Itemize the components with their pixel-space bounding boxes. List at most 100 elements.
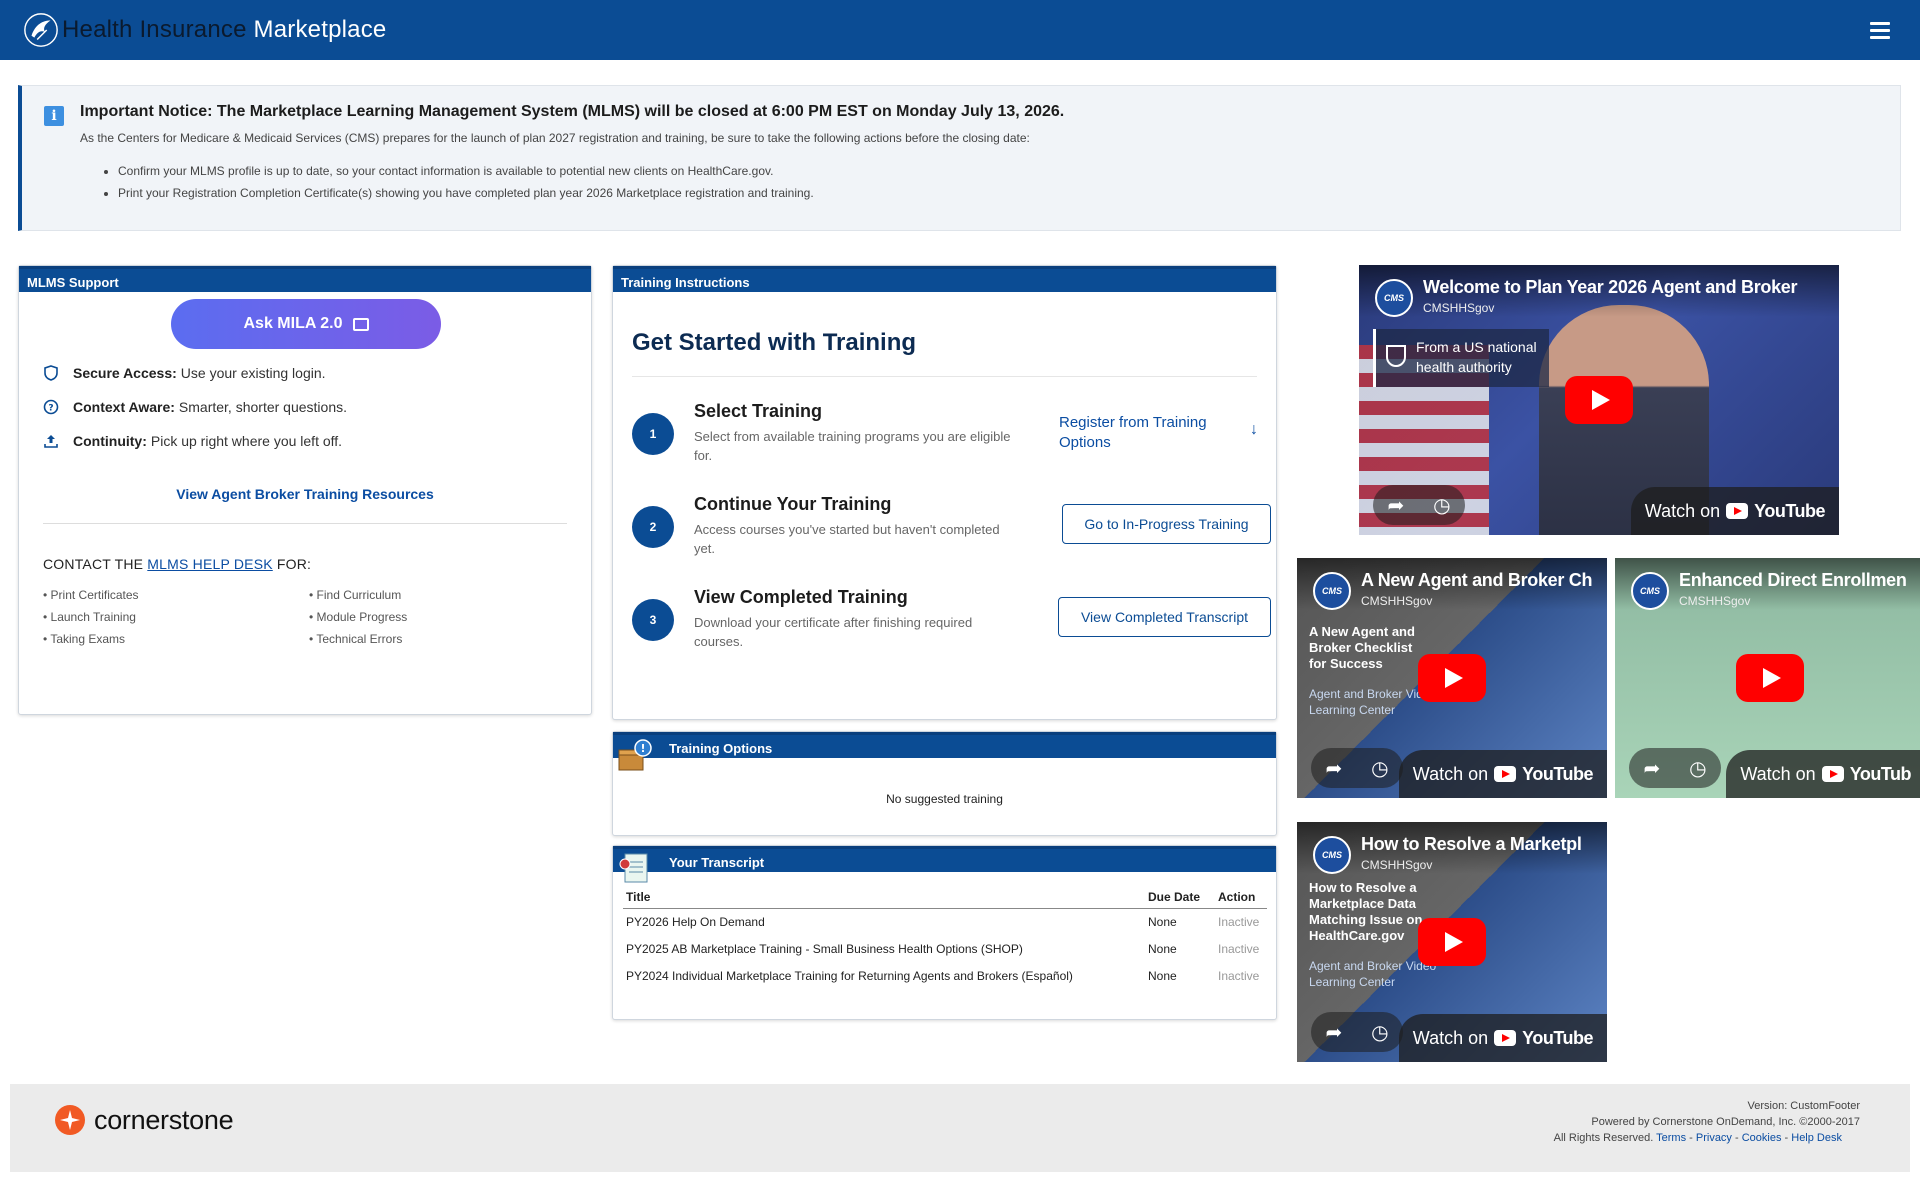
video-welcome-plan-year[interactable]: CMS Welcome to Plan Year 2026 Agent and …: [1359, 265, 1839, 535]
panel-heading: MLMS Support: [19, 266, 591, 292]
video-channel[interactable]: CMSHHSgov: [1423, 301, 1494, 315]
video-title[interactable]: A New Agent and Broker Ch: [1361, 570, 1599, 591]
panel-heading: Training Instructions: [613, 266, 1276, 292]
hamburger-icon[interactable]: [1870, 22, 1890, 39]
transcript-table: Title Due Date Action PY2026 Help On Dem…: [623, 886, 1267, 990]
training-instructions-panel: Training Instructions Get Started with T…: [612, 265, 1277, 720]
column-header-title[interactable]: Title: [623, 886, 1145, 909]
no-suggested-training-text: No suggested training: [886, 792, 1003, 806]
notice-list: Confirm your MLMS profile is up to date,…: [118, 164, 814, 208]
mlms-help-desk-link[interactable]: MLMS HELP DESK: [147, 556, 272, 572]
link-separator: -: [1731, 1132, 1742, 1144]
transcript-title[interactable]: PY2025 AB Marketplace Training - Small B…: [623, 936, 1145, 963]
feature-text: Smarter, shorter questions.: [178, 399, 347, 415]
cornerstone-logo[interactable]: cornerstone: [54, 1104, 234, 1136]
video-share-controls: ➦ ◷: [1629, 748, 1721, 788]
privacy-link[interactable]: Privacy: [1696, 1132, 1732, 1144]
transcript-action: Inactive: [1218, 915, 1260, 929]
feature-label: Secure Access:: [73, 365, 177, 381]
transcript-action: Inactive: [1218, 942, 1260, 956]
in-progress-training-button[interactable]: Go to In-Progress Training: [1062, 504, 1271, 544]
video-title[interactable]: How to Resolve a Marketpl: [1361, 834, 1599, 855]
contact-item: • Technical Errors: [309, 632, 403, 646]
cms-channel-avatar[interactable]: CMS: [1313, 836, 1351, 874]
video-thumbnail-subheading: Agent and Broker Video Learning Center: [1309, 959, 1437, 989]
play-button[interactable]: [1418, 918, 1486, 966]
svg-text:!: !: [640, 742, 645, 755]
feature-secure-access: Secure Access: Use your existing login.: [43, 365, 326, 381]
your-transcript-panel: Your Transcript Title Due Date Action PY…: [612, 845, 1277, 1020]
view-training-resources-link[interactable]: View Agent Broker Training Resources: [19, 486, 591, 502]
share-icon[interactable]: ➦: [1325, 1020, 1342, 1045]
contact-item: • Print Certificates: [43, 588, 139, 602]
cms-channel-avatar[interactable]: CMS: [1313, 572, 1351, 610]
youtube-logo-icon: [1726, 503, 1749, 519]
contact-item: • Find Curriculum: [309, 588, 402, 602]
cornerstone-logo-icon: [55, 1105, 85, 1135]
terms-link[interactable]: Terms: [1656, 1132, 1686, 1144]
ask-mila-button[interactable]: Ask MILA 2.0: [171, 299, 441, 349]
step-view-completed: 3 View Completed Training Download your …: [632, 587, 1271, 657]
share-icon[interactable]: ➦: [1387, 493, 1404, 518]
feature-text: Use your existing login.: [180, 365, 326, 381]
notice-item: Print your Registration Completion Certi…: [118, 186, 814, 200]
help-desk-link[interactable]: Help Desk: [1791, 1132, 1842, 1144]
notice-description: As the Centers for Medicare & Medicaid S…: [80, 131, 1030, 145]
watch-later-icon[interactable]: ◷: [1371, 756, 1388, 781]
chat-icon: [352, 317, 369, 331]
play-button[interactable]: [1736, 654, 1804, 702]
watch-on-youtube-link[interactable]: Watch on YouTube: [1398, 750, 1607, 798]
step-description: Access courses you've started but haven'…: [694, 522, 1000, 556]
transcript-due: None: [1148, 915, 1177, 929]
watch-on-youtube-link[interactable]: Watch on YouTube: [1630, 487, 1839, 535]
transcript-title[interactable]: PY2026 Help On Demand: [623, 909, 1145, 937]
watch-later-icon[interactable]: ◷: [1433, 493, 1450, 518]
watch-later-icon[interactable]: ◷: [1689, 756, 1706, 781]
table-row: PY2026 Help On Demand None Inactive: [623, 909, 1267, 937]
cms-channel-avatar[interactable]: CMS: [1631, 572, 1669, 610]
step-description: Select from available training programs …: [694, 429, 1011, 463]
site-brand[interactable]: Health Insurance Marketplace: [62, 16, 386, 44]
transcript-document-icon: [619, 853, 648, 883]
youtube-wordmark: YouTube: [1522, 1027, 1593, 1048]
video-title[interactable]: Enhanced Direct Enrollmen: [1679, 570, 1917, 591]
youtube-logo-icon: [1494, 1030, 1517, 1046]
video-title[interactable]: Welcome to Plan Year 2026 Agent and Brok…: [1423, 277, 1831, 298]
video-new-agent-broker[interactable]: CMS A New Agent and Broker Ch CMSHHSgov …: [1297, 558, 1607, 798]
watch-on-youtube-link[interactable]: Watch on YouTube: [1398, 1014, 1607, 1062]
get-started-title: Get Started with Training: [632, 329, 917, 356]
authority-line: health authority: [1416, 359, 1512, 375]
play-button[interactable]: [1418, 654, 1486, 702]
column-header-due-date[interactable]: Due Date: [1145, 886, 1215, 909]
page-footer: cornerstone Version: CustomFooter Powere…: [10, 1084, 1910, 1172]
video-channel[interactable]: CMSHHSgov: [1679, 594, 1750, 608]
cornerstone-wordmark: cornerstone: [94, 1104, 234, 1135]
view-completed-transcript-button[interactable]: View Completed Transcript: [1058, 597, 1271, 637]
contact-item: • Launch Training: [43, 610, 136, 624]
transcript-title[interactable]: PY2024 Individual Marketplace Training f…: [623, 963, 1145, 990]
table-row: PY2025 AB Marketplace Training - Small B…: [623, 936, 1267, 963]
feature-text: Pick up right where you left off.: [150, 433, 343, 449]
top-header: Health Insurance Marketplace: [0, 0, 1920, 60]
watch-later-icon[interactable]: ◷: [1371, 1020, 1388, 1045]
video-channel[interactable]: CMSHHSgov: [1361, 858, 1432, 872]
play-button[interactable]: [1565, 376, 1633, 424]
feature-label: Continuity:: [73, 433, 147, 449]
training-options-panel: ! Training Options No suggested training: [612, 731, 1277, 836]
step-description: Download your certificate after finishin…: [694, 615, 973, 649]
watch-on-youtube-link[interactable]: Watch on YouTub: [1726, 750, 1920, 798]
video-channel[interactable]: CMSHHSgov: [1361, 594, 1432, 608]
arrow-down-icon[interactable]: ↓: [1250, 421, 1258, 439]
rights-text: All Rights Reserved.: [1553, 1132, 1654, 1144]
share-icon[interactable]: ➦: [1325, 756, 1342, 781]
youtube-wordmark: YouTube: [1522, 763, 1593, 784]
panel-heading: Training Options: [613, 732, 1276, 758]
share-icon[interactable]: ➦: [1643, 756, 1660, 781]
upload-icon: [44, 435, 58, 448]
register-from-training-options-link[interactable]: Register from Training Options: [1059, 413, 1229, 453]
cms-channel-avatar[interactable]: CMS: [1375, 279, 1413, 317]
video-resolve-data-matching[interactable]: CMS How to Resolve a Marketpl CMSHHSgov …: [1297, 822, 1607, 1062]
cookies-link[interactable]: Cookies: [1742, 1132, 1782, 1144]
video-enhanced-direct-enrollment[interactable]: CMS Enhanced Direct Enrollmen CMSHHSgov …: [1615, 558, 1920, 798]
step-number: 1: [632, 413, 674, 455]
